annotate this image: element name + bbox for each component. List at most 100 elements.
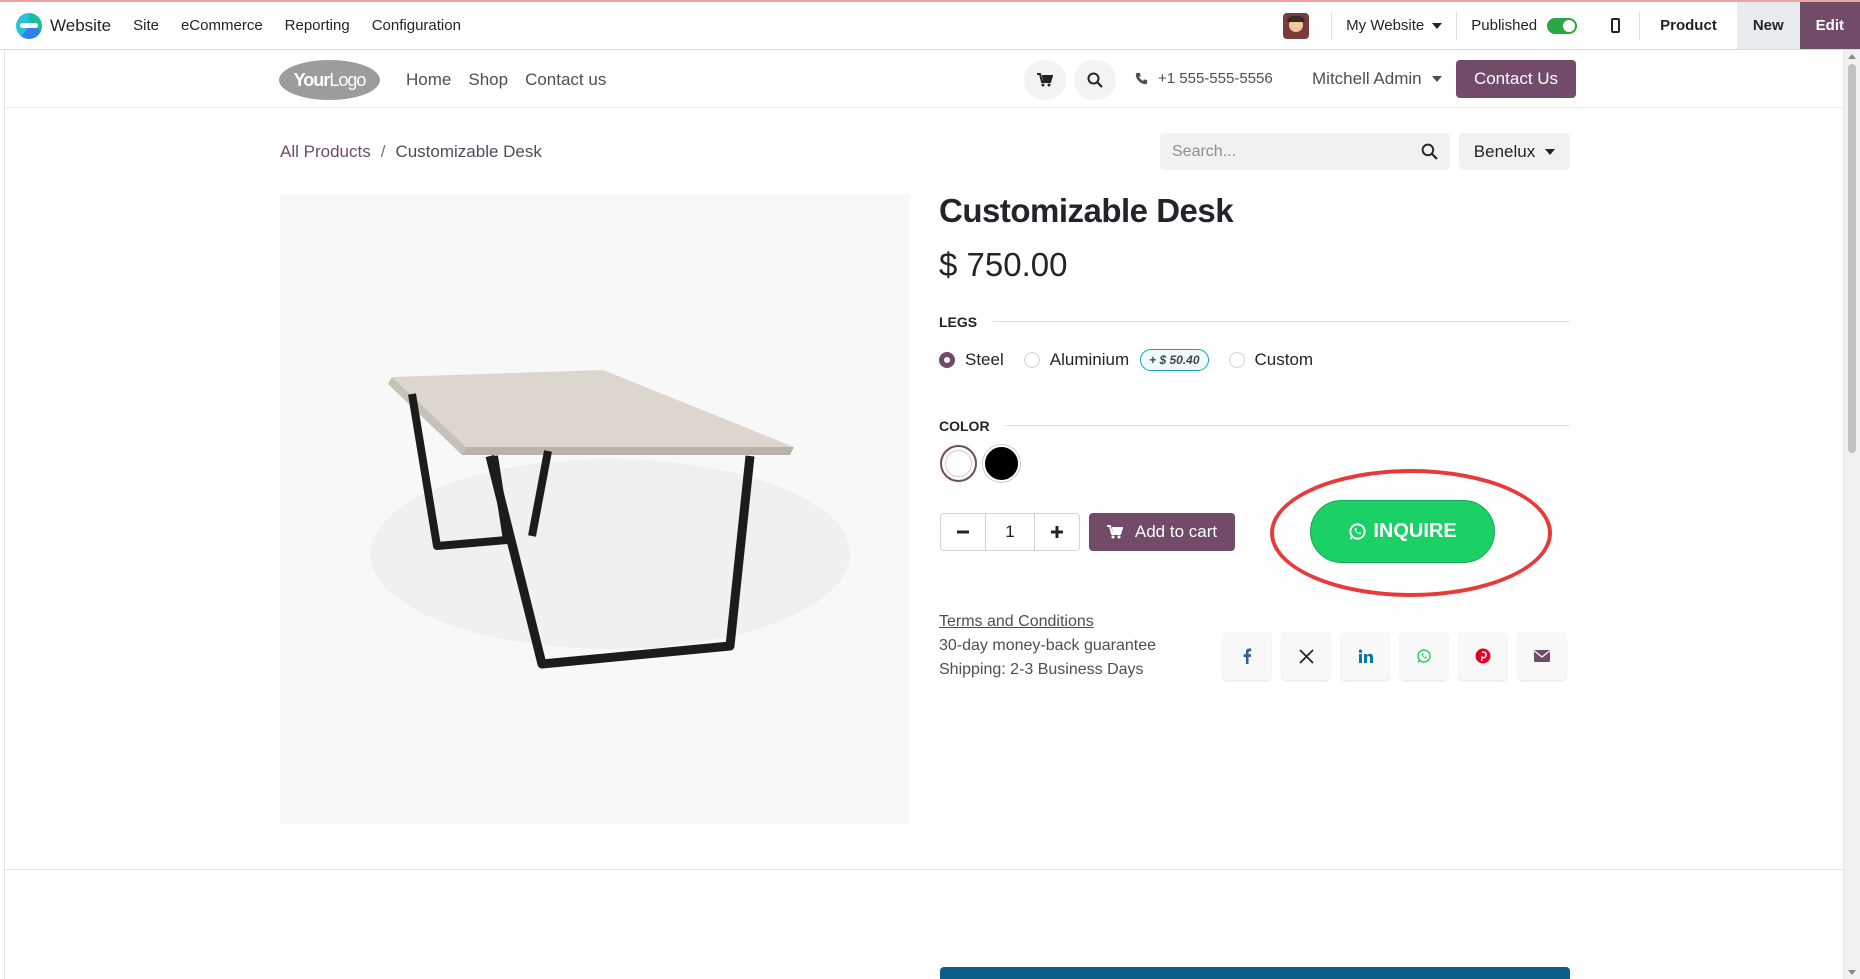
phone-contact[interactable]: +1 555-555-5556 — [1135, 70, 1273, 87]
product-search — [1160, 133, 1450, 170]
nav-contact-us[interactable]: Contact us — [525, 70, 606, 90]
share-linkedin-button[interactable] — [1341, 632, 1389, 680]
cart-icon — [1037, 73, 1053, 87]
radio-checked-icon[interactable] — [939, 352, 955, 368]
search-icon[interactable] — [1421, 143, 1438, 160]
product-price: $ 750.00 — [939, 246, 1068, 283]
scroll-down-arrow-icon[interactable] — [1848, 970, 1856, 975]
plus-icon — [1051, 526, 1063, 538]
scroll-up-arrow-icon[interactable] — [1848, 54, 1856, 59]
frame-border — [4, 50, 5, 979]
shipping-text: Shipping: 2-3 Business Days — [939, 661, 1144, 678]
cart-button[interactable] — [1024, 60, 1066, 100]
share-facebook-button[interactable] — [1223, 632, 1271, 680]
contact-us-button[interactable]: Contact Us — [1456, 60, 1576, 98]
site-header: Your Logo Home Shop Contact us +1 555-555… — [5, 50, 1843, 108]
new-button[interactable]: New — [1736, 2, 1800, 49]
email-icon — [1534, 650, 1550, 662]
site-navigation: Home Shop Contact us — [406, 70, 606, 90]
facebook-icon — [1243, 648, 1252, 664]
legs-option-label: Custom — [1254, 350, 1314, 369]
site-logo[interactable]: Your Logo — [279, 60, 380, 100]
product-image — [280, 194, 910, 824]
site-search-button[interactable] — [1074, 60, 1116, 100]
radio-icon[interactable] — [1228, 352, 1245, 368]
terms-and-conditions-link[interactable]: Terms and Conditions — [939, 613, 1094, 631]
legs-option-aluminium[interactable]: Aluminium + $ 50.40 — [1023, 349, 1209, 371]
breadcrumb-all-products[interactable]: All Products — [280, 142, 371, 162]
add-to-cart-label: Add to cart — [1134, 522, 1218, 541]
search-input[interactable] — [1160, 142, 1400, 161]
quantity-stepper — [940, 513, 1080, 551]
section-divider — [5, 869, 1843, 870]
website-selector[interactable]: My Website — [1332, 17, 1456, 34]
linkedin-icon — [1358, 649, 1373, 663]
user-menu[interactable]: Mitchell Admin — [1312, 69, 1442, 89]
phone-number: +1 555-555-5556 — [1158, 70, 1273, 87]
color-swatch-black[interactable] — [983, 445, 1020, 482]
website-app-icon[interactable] — [16, 12, 42, 39]
attribute-divider — [1005, 425, 1570, 426]
logo-text-light: Logo — [329, 69, 366, 90]
caret-down-icon — [1545, 148, 1556, 155]
product-title: Customizable Desk — [939, 192, 1234, 229]
mobile-preview-button[interactable] — [1591, 2, 1639, 49]
breadcrumb: All Products / Customizable Desk — [280, 142, 542, 162]
whatsapp-inquire-button[interactable]: INQUIRE — [1310, 500, 1495, 563]
nav-shop[interactable]: Shop — [468, 70, 508, 90]
menu-configuration[interactable]: Configuration — [372, 17, 461, 34]
whatsapp-icon — [1417, 649, 1431, 663]
decrease-quantity-button[interactable] — [941, 514, 985, 550]
caret-down-icon — [1431, 76, 1442, 82]
legs-options: Steel Aluminium + $ 50.40 Custom — [939, 349, 1333, 371]
page-scrollbar[interactable] — [1843, 50, 1860, 979]
nav-home[interactable]: Home — [406, 70, 451, 90]
user-name: Mitchell Admin — [1312, 69, 1422, 88]
legs-option-label: Aluminium — [1049, 350, 1130, 369]
price-extra-badge: + $ 50.40 — [1140, 349, 1209, 371]
website-selector-label: My Website — [1346, 17, 1425, 34]
menu-ecommerce[interactable]: eCommerce — [181, 17, 263, 34]
share-whatsapp-button[interactable] — [1400, 632, 1448, 680]
x-twitter-icon — [1298, 648, 1314, 664]
published-toggle[interactable]: Published — [1457, 17, 1591, 34]
app-name[interactable]: Website — [50, 16, 111, 36]
inquire-label: INQUIRE — [1373, 520, 1457, 542]
share-email-button[interactable] — [1518, 632, 1566, 680]
desk-illustration — [370, 370, 850, 669]
pinterest-icon — [1475, 648, 1491, 664]
pricelist-dropdown[interactable]: Benelux — [1459, 133, 1570, 170]
toggle-switch-icon[interactable] — [1547, 17, 1578, 34]
menu-site[interactable]: Site — [133, 17, 159, 34]
cart-icon — [1106, 525, 1123, 539]
radio-icon[interactable] — [1023, 352, 1040, 368]
legs-option-label: Steel — [965, 350, 1004, 369]
minus-icon — [957, 530, 969, 534]
product-button[interactable]: Product — [1640, 2, 1737, 49]
user-avatar[interactable] — [1283, 12, 1310, 39]
attribute-divider — [993, 321, 1570, 322]
published-label: Published — [1471, 17, 1538, 34]
edit-button[interactable]: Edit — [1799, 2, 1860, 49]
increase-quantity-button[interactable] — [1035, 514, 1079, 550]
whatsapp-icon — [1349, 523, 1366, 540]
legs-option-custom[interactable]: Custom — [1228, 350, 1314, 370]
share-x-button[interactable] — [1282, 632, 1330, 680]
breadcrumb-separator: / — [380, 142, 386, 161]
menu-reporting[interactable]: Reporting — [285, 17, 350, 34]
next-section-block — [940, 967, 1570, 979]
scrollbar-thumb[interactable] — [1848, 64, 1856, 453]
add-to-cart-button[interactable]: Add to cart — [1089, 513, 1235, 551]
quantity-input[interactable] — [985, 514, 1035, 550]
guarantee-text: 30-day money-back guarantee — [939, 637, 1157, 654]
mobile-phone-icon — [1610, 18, 1620, 33]
search-icon — [1087, 72, 1103, 88]
odoo-backend-navbar: Website Site eCommerce Reporting Configu… — [0, 2, 1860, 50]
caret-down-icon — [1432, 22, 1443, 29]
legs-option-steel[interactable]: Steel — [939, 350, 1004, 370]
phone-icon — [1135, 72, 1148, 85]
logo-text-bold: Your — [293, 69, 331, 90]
share-pinterest-button[interactable] — [1459, 632, 1507, 680]
color-swatch-white[interactable] — [940, 445, 977, 482]
attribute-color-label: COLOR — [939, 418, 990, 434]
